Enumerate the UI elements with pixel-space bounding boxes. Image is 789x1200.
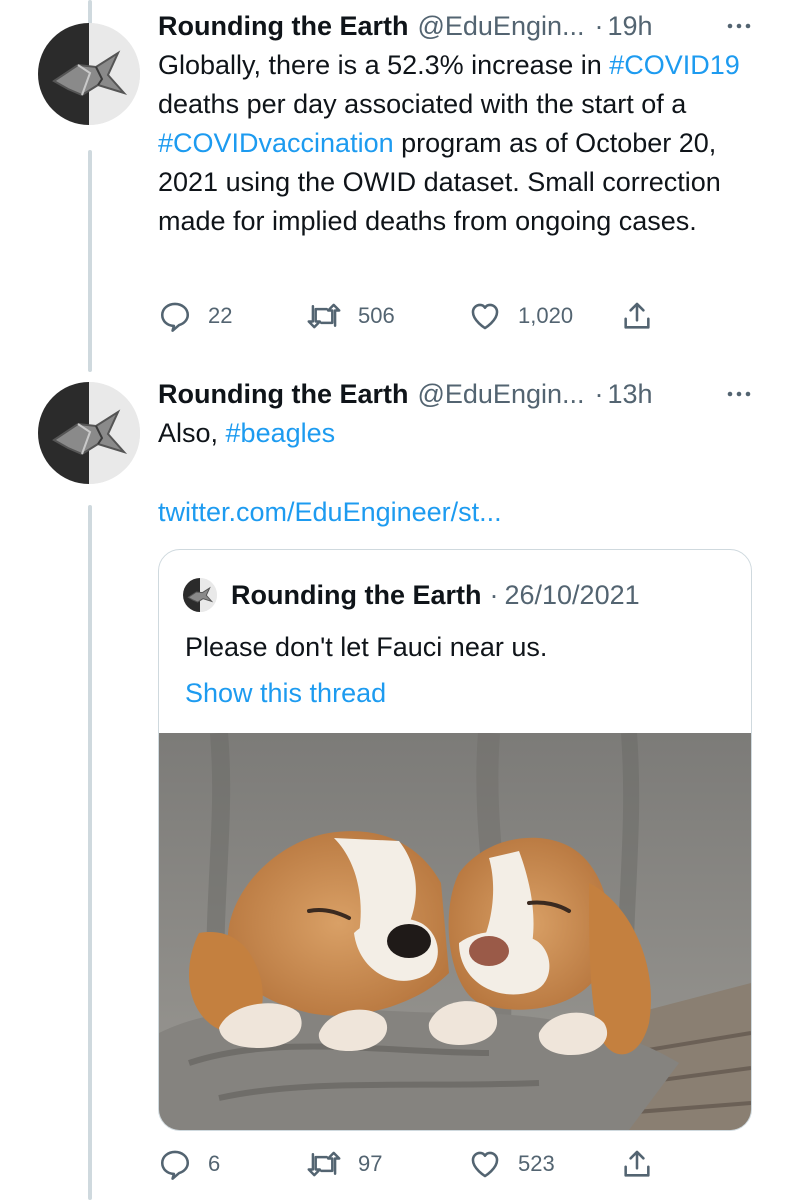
- tweet-text-segment: Also,: [158, 418, 226, 448]
- tweet[interactable]: Rounding the Earth @EduEngin... · 13h Al…: [0, 360, 789, 1200]
- hashtag-covid19[interactable]: #COVID19: [609, 50, 740, 80]
- retweet-button[interactable]: 97: [306, 1144, 382, 1184]
- tweet-header: Rounding the Earth @EduEngin... · 13h: [158, 374, 759, 414]
- avatar[interactable]: [183, 578, 217, 612]
- tweet-actions: 6 97 523: [158, 1144, 658, 1184]
- like-count: 1,020: [518, 303, 574, 328]
- handle[interactable]: @EduEngin...: [417, 11, 584, 42]
- show-thread-link[interactable]: Show this thread: [185, 678, 386, 709]
- separator-dot: ·: [594, 378, 604, 409]
- retweet-button[interactable]: 506: [306, 296, 395, 336]
- share-button[interactable]: [620, 296, 670, 336]
- hashtag-covidvaccination[interactable]: #COVIDvaccination: [158, 128, 394, 158]
- separator-dot: ·: [489, 579, 499, 610]
- timeline: Rounding the Earth @EduEngin... · 19h Gl…: [0, 0, 789, 1200]
- reply-icon: [160, 302, 190, 332]
- handle[interactable]: @EduEngin...: [417, 379, 584, 410]
- tweet-text: Also, #beagles: [158, 414, 759, 453]
- tweet-text: Globally, there is a 52.3% increase in #…: [158, 46, 759, 241]
- tweet-text-segment: deaths per day associated with the start…: [158, 89, 687, 119]
- quoted-tweet-text: Please don't let Fauci near us.: [185, 632, 548, 662]
- ellipsis-icon[interactable]: [719, 6, 759, 46]
- tweet-header: Rounding the Earth @EduEngin... · 19h: [158, 6, 759, 46]
- hashtag-beagles[interactable]: #beagles: [226, 418, 336, 448]
- avatar[interactable]: [38, 382, 140, 484]
- reply-count: 6: [208, 1151, 221, 1176]
- tweet[interactable]: Rounding the Earth @EduEngin... · 19h Gl…: [0, 0, 789, 360]
- share-button[interactable]: [620, 1144, 670, 1184]
- moth-avatar-icon: [38, 382, 140, 484]
- heart-icon: [471, 303, 499, 330]
- tweet-content: Rounding the Earth @EduEngin... · 13h Al…: [158, 374, 759, 532]
- tweet-content: Rounding the Earth @EduEngin... · 19h Gl…: [158, 6, 759, 241]
- like-count: 523: [518, 1151, 555, 1176]
- share-icon: [624, 1150, 650, 1177]
- like-button[interactable]: 1,020: [468, 296, 573, 336]
- quoted-display-name[interactable]: Rounding the Earth: [231, 580, 481, 611]
- like-button[interactable]: 523: [468, 1144, 555, 1184]
- sleeping-beagle-puppies-photo: [159, 732, 751, 1130]
- avatar[interactable]: [38, 23, 140, 125]
- share-icon: [624, 302, 650, 329]
- retweet-icon: [307, 303, 341, 329]
- reply-button[interactable]: 22: [158, 296, 232, 336]
- tweet-actions: 22 506 1,020: [158, 296, 658, 336]
- quoted-tweet-card[interactable]: Rounding the Earth · 26/10/2021 Please d…: [158, 549, 752, 1131]
- tweet-text-segment: Globally, there is a 52.3% increase in: [158, 50, 610, 80]
- retweet-count: 506: [358, 303, 395, 328]
- reply-icon: [160, 1150, 190, 1180]
- display-name[interactable]: Rounding the Earth: [158, 11, 408, 42]
- quoted-date[interactable]: 26/10/2021: [504, 580, 639, 611]
- reply-button[interactable]: 6: [158, 1144, 220, 1184]
- heart-icon: [471, 1151, 499, 1178]
- quoted-tweet-header: Rounding the Earth · 26/10/2021: [183, 578, 640, 612]
- timestamp[interactable]: 13h: [608, 379, 653, 410]
- quoted-tweet-photo[interactable]: [159, 732, 751, 1130]
- moth-avatar-icon: [183, 578, 217, 612]
- timestamp[interactable]: 19h: [608, 11, 653, 42]
- reply-count: 22: [208, 303, 233, 328]
- moth-avatar-icon: [38, 23, 140, 125]
- separator-dot: ·: [594, 10, 604, 41]
- ellipsis-icon[interactable]: [719, 374, 759, 414]
- tweet-link[interactable]: twitter.com/EduEngineer/st...: [158, 493, 759, 532]
- retweet-icon: [307, 1151, 341, 1177]
- retweet-count: 97: [358, 1151, 383, 1176]
- display-name[interactable]: Rounding the Earth: [158, 379, 408, 410]
